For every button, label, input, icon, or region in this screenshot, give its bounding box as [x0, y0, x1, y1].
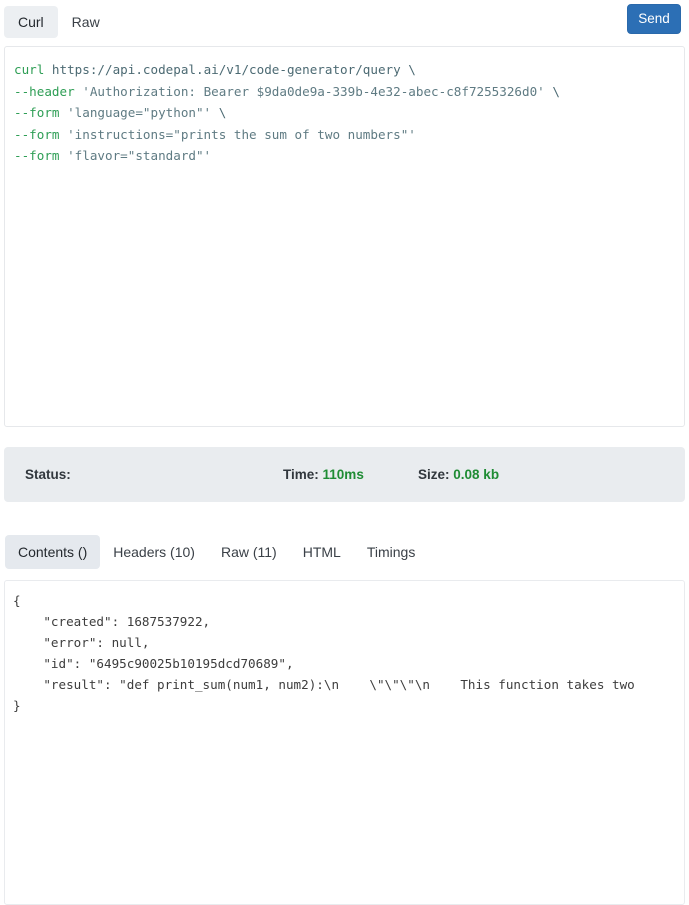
curl-token-flag: --form — [14, 105, 60, 120]
status-label: Status: — [25, 467, 71, 482]
response-json-line: { — [13, 593, 21, 608]
curl-line: curl https://api.codepal.ai/v1/code-gene… — [14, 59, 684, 81]
curl-token-cmd: curl — [14, 62, 52, 77]
send-button[interactable]: Send — [627, 4, 681, 34]
size-field: Size: 0.08 kb — [418, 467, 499, 482]
curl-token-str: 'language="python"' — [59, 105, 212, 120]
tab-raw[interactable]: Raw — [58, 6, 114, 38]
curl-code-panel[interactable]: curl https://api.codepal.ai/v1/code-gene… — [4, 46, 685, 427]
curl-token-flag: --form — [14, 148, 60, 163]
curl-line: --form 'flavor="standard"' — [14, 145, 684, 167]
response-tabs: Contents () Headers (10) Raw (11) HTML T… — [5, 535, 428, 569]
response-json-line: "id": "6495c90025b10195dcd70689", — [13, 656, 294, 671]
curl-token-str: 'Authorization: Bearer $9da0de9a-339b-4e… — [74, 83, 545, 99]
curl-token-url: https://api.codepal.ai/v1/code-generator… — [51, 62, 401, 77]
api-client-response-view: Curl Raw Send curl https://api.codepal.a… — [0, 0, 689, 905]
curl-line: --form 'language="python"' \ — [14, 102, 684, 124]
time-field: Time: 110ms — [283, 467, 364, 482]
curl-token-flag: --header — [14, 83, 75, 99]
curl-token-str: 'flavor="standard"' — [59, 148, 212, 163]
curl-token-plain: \ — [211, 105, 227, 120]
response-json-line: "created": 1687537922, — [13, 614, 211, 629]
tab-timings[interactable]: Timings — [354, 535, 429, 569]
tab-raw-response[interactable]: Raw (11) — [208, 535, 290, 569]
request-tabbar: Curl Raw Send — [0, 0, 689, 44]
tab-contents[interactable]: Contents () — [5, 535, 101, 569]
tab-curl[interactable]: Curl — [4, 6, 58, 38]
curl-code-body: curl https://api.codepal.ai/v1/code-gene… — [5, 47, 684, 167]
tab-headers[interactable]: Headers (10) — [100, 535, 208, 569]
curl-token-plain: \ — [400, 62, 416, 77]
curl-token-flag: --form — [14, 126, 60, 142]
time-label: Time: — [283, 467, 319, 482]
response-json-line: "error": null, — [13, 635, 150, 650]
response-content-panel[interactable]: { "created": 1687537922, "error": null, … — [4, 580, 685, 905]
response-json-body: { "created": 1687537922, "error": null, … — [5, 581, 684, 716]
request-tabs: Curl Raw — [4, 6, 114, 38]
curl-line: --form 'instructions="prints the sum of … — [14, 124, 684, 146]
tab-html[interactable]: HTML — [290, 535, 354, 569]
size-value: 0.08 kb — [453, 467, 500, 482]
time-value: 110ms — [322, 467, 364, 482]
size-label: Size: — [418, 467, 450, 482]
curl-token-plain: \ — [544, 83, 560, 99]
curl-token-str: 'instructions="prints the sum of two num… — [59, 126, 416, 142]
response-json-line: "result": "def print_sum(num1, num2):\n … — [13, 677, 635, 692]
status-field: Status: — [25, 467, 71, 482]
curl-line: --header 'Authorization: Bearer $9da0de9… — [14, 81, 684, 103]
response-json-line: } — [13, 698, 21, 713]
response-status-bar: Status: Time: 110ms Size: 0.08 kb — [4, 447, 685, 502]
response-tabbar: Contents () Headers (10) Raw (11) HTML T… — [0, 530, 689, 574]
